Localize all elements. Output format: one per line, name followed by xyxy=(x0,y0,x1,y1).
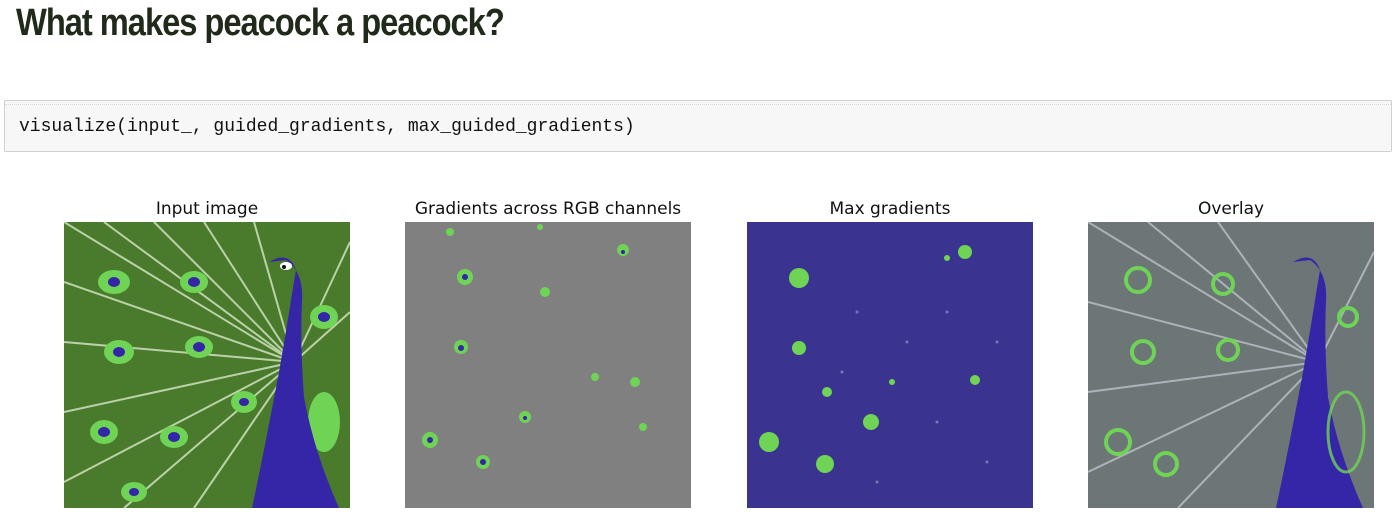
panel-title: Input image xyxy=(155,199,259,219)
panel-max-gradients: Max gradients xyxy=(747,196,1033,508)
code-line: visualize(input_, guided_gradients, max_… xyxy=(19,117,635,137)
max-gradients-image xyxy=(747,222,1033,508)
panel-title: Overlay xyxy=(1197,199,1265,219)
panel-gradients-rgb: Gradients across RGB channels xyxy=(405,196,691,508)
overlay-image xyxy=(1088,222,1374,508)
panel-overlay: Overlay xyxy=(1088,196,1374,508)
panel-title: Max gradients xyxy=(829,199,951,219)
panel-input-image: Input image xyxy=(64,196,350,508)
code-cell[interactable]: visualize(input_, guided_gradients, max_… xyxy=(4,100,1392,152)
page-title: What makes peacock a peacock? xyxy=(16,2,505,44)
gradients-image xyxy=(405,222,691,508)
panel-title: Gradients across RGB channels xyxy=(414,199,682,219)
input-image xyxy=(64,222,350,508)
